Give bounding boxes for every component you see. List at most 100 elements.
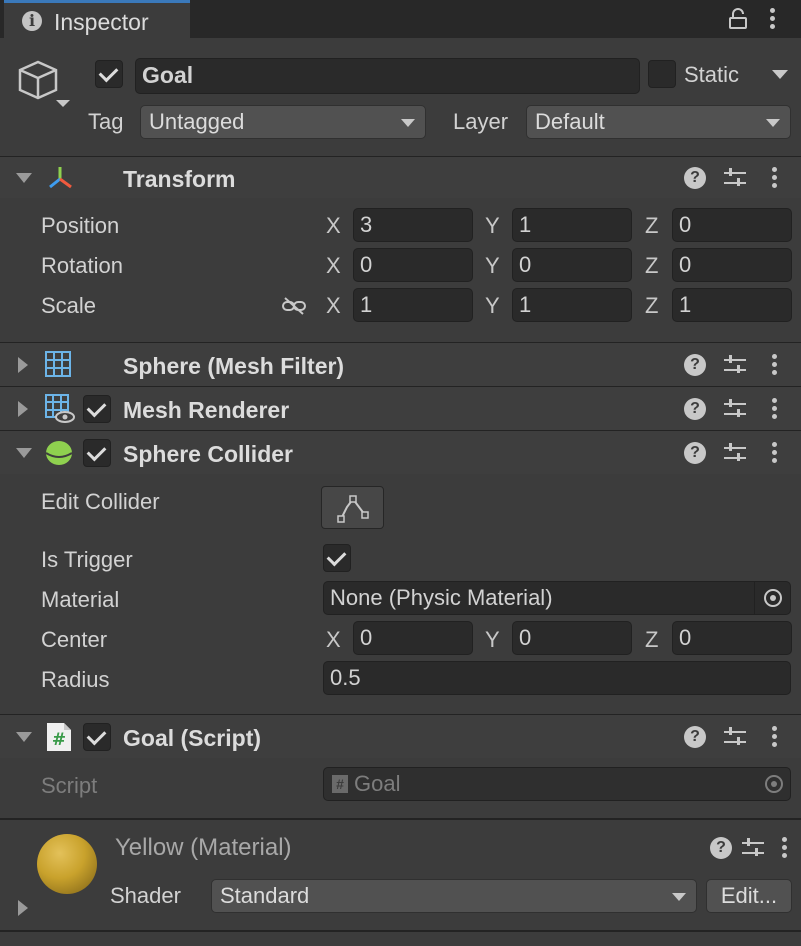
position-x-field[interactable]: 3 xyxy=(353,208,473,242)
goal-script-title: Goal (Script) xyxy=(123,725,262,751)
gameobject-cube-icon[interactable] xyxy=(14,56,72,114)
center-y-field[interactable]: 0 xyxy=(512,621,632,655)
static-dropdown-arrow-icon[interactable] xyxy=(772,70,788,79)
material-foldout-arrow-icon[interactable] xyxy=(18,900,28,916)
sphere-collider-header[interactable]: Sphere Collider ? xyxy=(0,430,801,474)
center-y-axis-label[interactable]: Y xyxy=(485,627,500,653)
context-menu-icon[interactable] xyxy=(772,167,778,189)
help-icon[interactable]: ? xyxy=(710,837,732,859)
tab-inspector[interactable]: i Inspector xyxy=(4,0,190,38)
rotation-x-field[interactable]: 0 xyxy=(353,248,473,282)
scale-y-field[interactable]: 1 xyxy=(512,288,632,322)
goal-script-body: Script # Goal xyxy=(0,758,801,818)
tag-dropdown[interactable]: Untagged xyxy=(140,105,426,139)
goal-script-header[interactable]: # Goal (Script) ? xyxy=(0,714,801,758)
rotation-z-axis-label[interactable]: Z xyxy=(645,253,658,279)
gameobject-name-field[interactable]: Goal xyxy=(135,58,640,94)
edit-collider-icon xyxy=(337,495,369,523)
center-z-field[interactable]: 0 xyxy=(672,621,792,655)
material-label: Material xyxy=(41,587,120,612)
help-icon[interactable]: ? xyxy=(684,398,706,420)
position-y-field[interactable]: 1 xyxy=(512,208,632,242)
mesh-renderer-header[interactable]: Mesh Renderer ? xyxy=(0,386,801,430)
position-z-field[interactable]: 0 xyxy=(672,208,792,242)
sphere-collider-enabled-checkbox[interactable] xyxy=(83,439,111,467)
presets-icon[interactable] xyxy=(724,443,746,463)
is-trigger-label: Is Trigger xyxy=(41,547,133,572)
object-picker-icon xyxy=(756,768,790,800)
tab-menu-icon[interactable] xyxy=(770,8,776,30)
help-icon[interactable]: ? xyxy=(684,354,706,376)
sphere-collider-title: Sphere Collider xyxy=(123,441,293,467)
mesh-renderer-icon xyxy=(45,394,75,424)
edit-shader-button[interactable]: Edit... xyxy=(706,879,792,913)
rotation-y-axis-label[interactable]: Y xyxy=(485,253,500,279)
mesh-renderer-enabled-checkbox[interactable] xyxy=(83,395,111,423)
transform-header[interactable]: Transform ? xyxy=(0,156,801,198)
rotation-label: Rotation xyxy=(41,253,123,278)
radius-field[interactable]: 0.5 xyxy=(323,661,791,695)
is-trigger-checkbox[interactable] xyxy=(323,544,351,572)
mesh-renderer-title: Mesh Renderer xyxy=(123,397,290,423)
help-icon[interactable]: ? xyxy=(684,726,706,748)
scale-x-axis-label[interactable]: X xyxy=(326,293,341,319)
position-x-axis-label[interactable]: X xyxy=(326,213,341,239)
radius-label: Radius xyxy=(41,667,110,692)
material-preview-sphere[interactable] xyxy=(37,834,97,894)
rotation-z-field[interactable]: 0 xyxy=(672,248,792,282)
center-x-field[interactable]: 0 xyxy=(353,621,473,655)
edit-collider-label: Edit Collider xyxy=(41,489,160,514)
foldout-arrow-icon[interactable] xyxy=(16,173,32,183)
presets-icon[interactable] xyxy=(724,399,746,419)
context-menu-icon[interactable] xyxy=(772,726,778,748)
static-checkbox[interactable] xyxy=(648,60,676,88)
help-icon[interactable]: ? xyxy=(684,442,706,464)
transform-title: Transform xyxy=(123,166,236,192)
svg-text:#: # xyxy=(52,730,66,750)
chevron-down-icon xyxy=(672,893,686,901)
context-menu-icon[interactable] xyxy=(782,837,788,859)
layer-value: Default xyxy=(535,109,605,134)
physic-material-value: None (Physic Material) xyxy=(330,585,553,610)
script-label: Script xyxy=(41,773,98,798)
script-field: # Goal xyxy=(323,767,791,801)
scale-z-axis-label[interactable]: Z xyxy=(645,293,658,319)
rotation-y-field[interactable]: 0 xyxy=(512,248,632,282)
scale-x-field[interactable]: 1 xyxy=(353,288,473,322)
transform-icon xyxy=(46,165,74,191)
physic-material-field[interactable]: None (Physic Material) xyxy=(323,581,791,615)
context-menu-icon[interactable] xyxy=(772,354,778,376)
foldout-arrow-icon[interactable] xyxy=(16,732,32,742)
shader-dropdown[interactable]: Standard xyxy=(211,879,697,913)
mesh-filter-header[interactable]: Sphere (Mesh Filter) ? xyxy=(0,342,801,386)
center-x-axis-label[interactable]: X xyxy=(326,627,341,653)
foldout-arrow-icon[interactable] xyxy=(18,401,28,417)
mesh-filter-icon xyxy=(45,351,71,377)
material-name: Yellow (Material) xyxy=(115,834,292,862)
presets-icon[interactable] xyxy=(724,355,746,375)
gameobject-active-checkbox[interactable] xyxy=(95,60,123,88)
foldout-arrow-icon[interactable] xyxy=(18,357,28,373)
lock-icon[interactable] xyxy=(728,8,748,30)
edit-collider-button[interactable] xyxy=(321,486,384,529)
presets-icon[interactable] xyxy=(724,168,746,188)
position-z-axis-label[interactable]: Z xyxy=(645,213,658,239)
goal-script-enabled-checkbox[interactable] xyxy=(83,723,111,751)
context-menu-icon[interactable] xyxy=(772,398,778,420)
scale-y-axis-label[interactable]: Y xyxy=(485,293,500,319)
foldout-arrow-icon[interactable] xyxy=(16,448,32,458)
help-icon[interactable]: ? xyxy=(684,167,706,189)
center-z-axis-label[interactable]: Z xyxy=(645,627,658,653)
tag-label: Tag xyxy=(88,109,124,134)
position-y-axis-label[interactable]: Y xyxy=(485,213,500,239)
object-picker-icon[interactable] xyxy=(754,582,790,614)
rotation-x-axis-label[interactable]: X xyxy=(326,253,341,279)
csharp-script-icon: # xyxy=(46,722,72,752)
context-menu-icon[interactable] xyxy=(772,442,778,464)
layer-dropdown[interactable]: Default xyxy=(526,105,791,139)
unlinked-scale-icon[interactable] xyxy=(281,296,307,316)
scale-z-field[interactable]: 1 xyxy=(672,288,792,322)
presets-icon[interactable] xyxy=(742,838,764,858)
edit-shader-label: Edit... xyxy=(720,883,778,908)
presets-icon[interactable] xyxy=(724,727,746,747)
